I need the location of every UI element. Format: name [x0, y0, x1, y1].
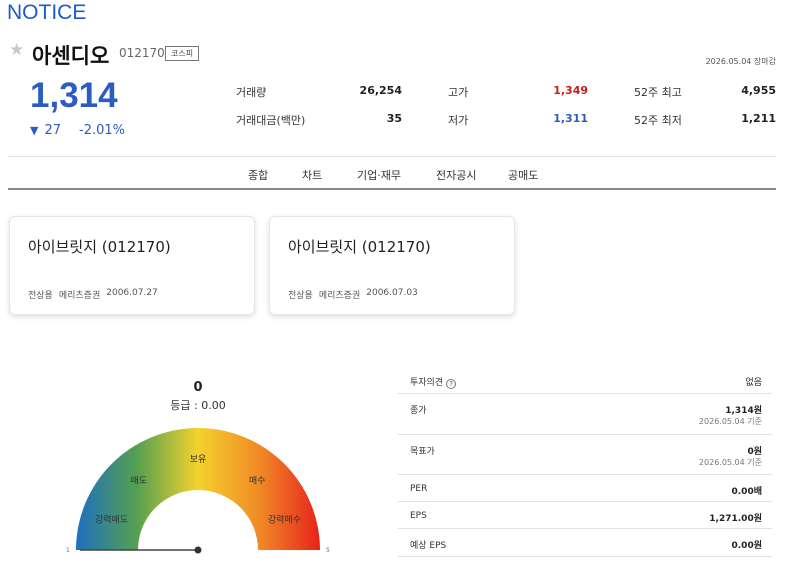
gauge-max-label: 5 [326, 547, 330, 554]
gauge-min-label: 1 [66, 547, 70, 554]
target-date: 2026.05.04 기준 [698, 458, 762, 467]
close-price-row: 종가 1,314원 2026.05.04 기준 [398, 394, 772, 435]
low-label: 저가 [448, 114, 469, 127]
market-badge: 코스피 [165, 46, 200, 61]
favorite-star-icon[interactable]: ★ [9, 42, 24, 59]
quote-row-1: 거래량 26,254 고가 1,349 52주 최고 4,955 [236, 84, 776, 104]
amount-label: 거래대금(백만) [236, 114, 306, 127]
tab-disclosure[interactable]: 전자공시 [436, 167, 476, 183]
opinion-label: 투자의견? [410, 375, 457, 389]
tab-underline [8, 188, 776, 190]
change-percent: -2.01% [79, 123, 126, 138]
consensus-gauge: 0 등급 : 0.00 강력매도 매도 보유 매수 강력매수 1 5 [62, 380, 334, 573]
down-arrow-icon: ▼ [30, 124, 39, 137]
per-label: PER [410, 484, 428, 494]
opinion-header-row: 투자의견? 없음 [398, 366, 772, 394]
info-icon[interactable]: ? [446, 379, 457, 389]
stock-name: 아센디오 [32, 44, 110, 68]
eps-value: 1,271.00원 [709, 514, 762, 524]
gauge-label-strong-sell: 강력매도 [95, 514, 128, 526]
report-firm: 메리츠증권 [318, 291, 361, 301]
gauge-label-hold: 보유 [190, 454, 207, 465]
tab-summary[interactable]: 종합 [248, 167, 268, 183]
target-value: 0원 [747, 447, 762, 457]
header-divider [8, 156, 776, 157]
report-analyst: 전상용 [288, 291, 313, 301]
analyst-report-card[interactable]: 아이브릿지 (012170) 전상용 메리츠증권 2006.07.03 [269, 216, 515, 315]
report-firm: 메리츠증권 [58, 291, 101, 301]
analyst-report-card[interactable]: 아이브릿지 (012170) 전상용 메리츠증권 2006.07.27 [9, 216, 255, 315]
eps-label: EPS [410, 511, 427, 521]
tab-chart[interactable]: 차트 [302, 167, 322, 183]
gauge-label-buy: 매수 [249, 476, 266, 487]
target-label: 목표가 [410, 447, 435, 457]
tab-company-finance[interactable]: 기업·재무 [357, 167, 401, 183]
est-eps-value: 0.00원 [731, 541, 763, 551]
opinion-value: 없음 [745, 378, 762, 388]
price-change: ▼ 27 -2.01% [30, 123, 125, 138]
notice-link[interactable]: NOTICE [7, 1, 86, 25]
high-label: 고가 [448, 86, 469, 99]
w52-low-label: 52주 최저 [634, 114, 682, 127]
per-row: PER 0.00배 [398, 475, 772, 502]
close-date: 2026.05.04 기준 [698, 417, 762, 426]
gauge-label-sell: 매도 [131, 476, 148, 487]
volume-label: 거래량 [236, 86, 267, 99]
report-meta: 전상용 메리츠증권 2006.07.03 [288, 288, 418, 301]
close-label: 종가 [410, 406, 427, 416]
w52-high-label: 52주 최고 [634, 86, 682, 99]
report-title: 아이브릿지 (012170) [288, 238, 431, 256]
gauge-pivot [194, 546, 202, 554]
target-price-row: 목표가 0원 2026.05.04 기준 [398, 435, 772, 475]
tab-short-selling[interactable]: 공매도 [508, 167, 538, 183]
w52-high-value: 4,955 [741, 84, 776, 97]
high-value: 1,349 [553, 84, 588, 97]
current-price: 1,314 [30, 76, 118, 115]
market-close-timestamp: 2026.05.04 장마감 [705, 57, 776, 66]
report-date: 2006.07.27 [106, 288, 158, 298]
report-title: 아이브릿지 (012170) [28, 238, 171, 256]
low-value: 1,311 [553, 112, 588, 125]
volume-value: 26,254 [359, 84, 402, 97]
stock-code: 012170 [119, 46, 165, 60]
amount-value: 35 [386, 112, 402, 125]
w52-low-value: 1,211 [741, 112, 776, 125]
eps-row: EPS 1,271.00원 [398, 502, 772, 529]
est-eps-row: 예상 EPS 0.00원 [398, 529, 772, 557]
est-eps-label: 예상 EPS [410, 541, 447, 551]
quote-row-2: 거래대금(백만) 35 저가 1,311 52주 최저 1,211 [236, 112, 776, 132]
gauge-dial: 강력매도 매도 보유 매수 강력매수 1 5 [66, 428, 330, 554]
per-value: 0.00배 [731, 487, 763, 497]
gauge-label-strong-buy: 강력매수 [268, 514, 301, 526]
change-amount: 27 [44, 123, 62, 138]
close-value: 1,314원 [725, 406, 762, 416]
report-date: 2006.07.03 [366, 288, 418, 298]
report-meta: 전상용 메리츠증권 2006.07.27 [28, 288, 158, 301]
report-analyst: 전상용 [28, 291, 53, 301]
tab-bar: 종합 차트 기업·재무 전자공시 공매도 [0, 167, 800, 189]
